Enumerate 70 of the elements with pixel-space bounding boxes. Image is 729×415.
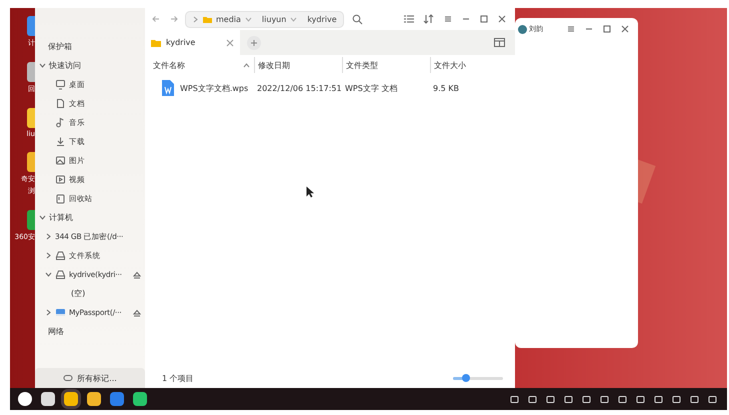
breadcrumb-item[interactable]: kydrive (307, 14, 337, 24)
document-icon (55, 98, 66, 109)
folder-icon (151, 38, 161, 46)
download-icon (55, 136, 66, 147)
eject-icon[interactable] (133, 270, 141, 278)
eject-icon[interactable] (133, 308, 141, 316)
tab[interactable]: kydrive (145, 30, 240, 55)
maximize-icon[interactable] (479, 14, 489, 24)
chevron-down-icon[interactable] (39, 214, 46, 221)
chevron-down-icon[interactable] (39, 62, 46, 69)
menu-icon[interactable] (443, 14, 453, 24)
video-icon (55, 174, 66, 185)
add-tab-icon[interactable] (247, 36, 261, 50)
column-header[interactable]: 修改日期 (254, 57, 342, 73)
zoom-slider[interactable] (453, 376, 503, 380)
document-icon (161, 79, 175, 97)
document-app-icon[interactable] (110, 392, 124, 406)
chevron-right-icon[interactable] (45, 309, 52, 316)
table-cell-text: WPS文字 文档 (344, 82, 398, 94)
drive-icon (55, 307, 66, 318)
sidebar-section-label[interactable]: 计算机 (49, 212, 73, 223)
maximize-icon[interactable] (602, 24, 612, 34)
desktop-app-icon[interactable] (27, 210, 35, 230)
drive-icon (55, 269, 66, 280)
folder-icon (203, 16, 212, 22)
monitor-icon (55, 79, 66, 90)
close-icon[interactable] (620, 24, 630, 34)
tag-icon (63, 374, 74, 382)
picture-icon (55, 155, 66, 166)
window-stack-icon[interactable] (41, 392, 55, 406)
column-header[interactable]: 文件大小 (430, 57, 510, 73)
menu-icon[interactable] (566, 24, 576, 34)
folder-app-icon[interactable] (64, 392, 78, 406)
item-count: 1 个项目 (162, 372, 194, 384)
avatar-icon (518, 24, 527, 34)
close-icon[interactable] (497, 14, 507, 24)
column-header[interactable]: 文件名称 (150, 57, 254, 73)
list-view-icon[interactable] (403, 14, 415, 24)
table-cell-text: 9.5 KB (432, 84, 460, 92)
sidebar-section-label[interactable]: 网络 (48, 326, 64, 337)
breadcrumb-item[interactable]: media (216, 14, 241, 24)
file-name: WPS文字文档.wps (180, 82, 248, 94)
search-icon[interactable] (352, 14, 363, 24)
desktop-app-icon[interactable] (27, 62, 35, 82)
browser-app-icon[interactable] (87, 392, 101, 406)
chat-app-icon[interactable] (133, 392, 147, 406)
file-row[interactable]: WPS文字文档.wps 2022/12/06 15:17:51 WPS文字 文档 9.5 KB (150, 76, 510, 100)
breadcrumb-item[interactable]: liuyun (262, 14, 286, 24)
sort-ascending-icon[interactable] (243, 62, 250, 68)
desktop-app-icon[interactable] (27, 152, 35, 172)
tags-button[interactable]: 所有标记... (35, 368, 145, 388)
close-icon[interactable] (226, 38, 234, 46)
table-cell-text: 2022/12/06 15:17:51 (256, 84, 342, 92)
start-menu-icon[interactable] (18, 392, 32, 406)
chevron-right-icon[interactable] (45, 233, 52, 240)
chevron-right-icon[interactable] (192, 16, 199, 22)
music-note-icon (55, 117, 66, 128)
mouse-pointer-icon (306, 186, 314, 198)
sidebar-section-label[interactable]: 快速访问 (49, 60, 81, 71)
panel-icon[interactable] (494, 38, 505, 47)
desktop-app-icon[interactable] (27, 108, 35, 128)
sidebar-section-label[interactable]: 保护箱 (48, 41, 72, 52)
column-header[interactable]: 文件类型 (342, 57, 430, 73)
sidebar-item: (空) (71, 288, 86, 299)
chevron-down-icon[interactable] (45, 271, 52, 278)
chevron-right-icon[interactable] (45, 252, 52, 259)
address-bar[interactable]: media liuyun kydrive (185, 10, 344, 28)
trash-icon (55, 193, 66, 204)
drive-icon (55, 250, 66, 261)
sort-icon[interactable] (423, 14, 435, 24)
